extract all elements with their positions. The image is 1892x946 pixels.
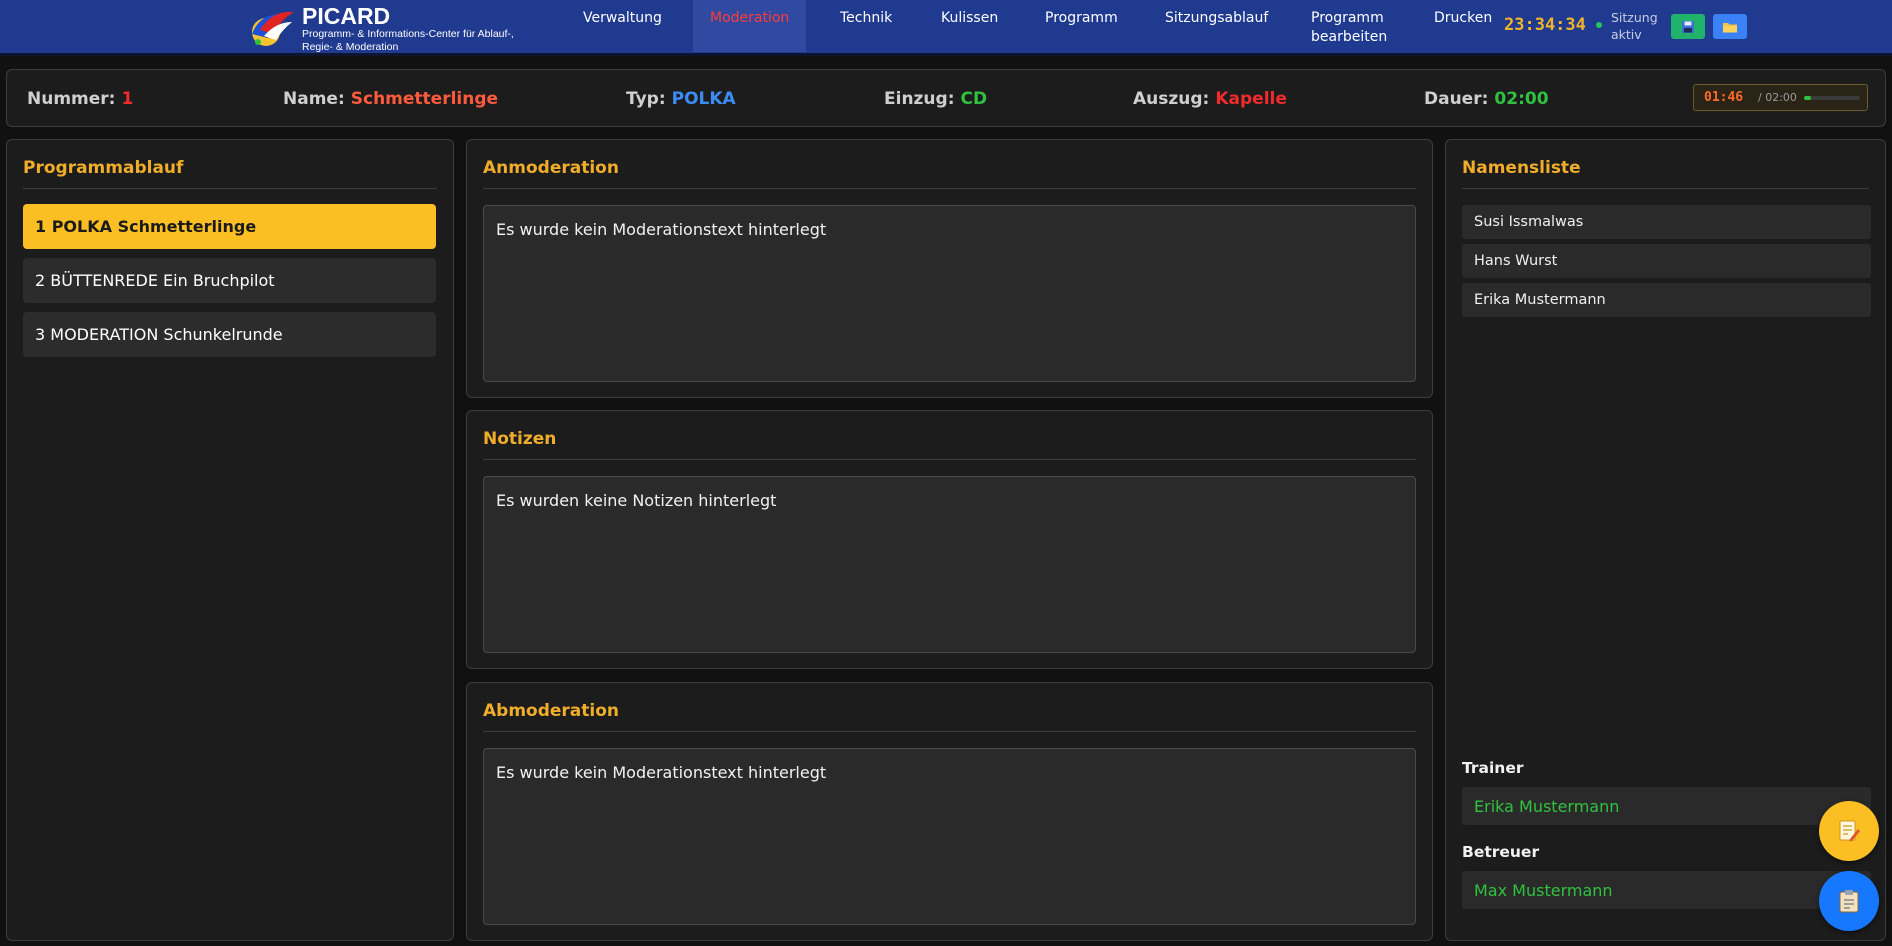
abmoderation-text[interactable]: Es wurde kein Moderationstext hinterlegt <box>483 748 1416 925</box>
nav-sitzungsablauf[interactable]: Sitzungsablauf <box>1165 0 1268 52</box>
divider <box>483 188 1416 189</box>
edit-note-icon <box>1839 820 1860 842</box>
anmoderation-text[interactable]: Es wurde kein Moderationstext hinterlegt <box>483 205 1416 382</box>
name-list-item[interactable]: Erika Mustermann <box>1462 283 1871 317</box>
divider <box>483 731 1416 732</box>
brand[interactable]: PICARD Programm- & Informations-Center f… <box>246 4 542 54</box>
info-typ-value: POLKA <box>671 89 736 109</box>
top-navigation-bar: PICARD Programm- & Informations-Center f… <box>0 0 1892 56</box>
floppy-disk-icon <box>1682 20 1694 33</box>
info-nummer-value: 1 <box>121 89 134 109</box>
programmablauf-panel: Programmablauf 1 POLKA Schmetterlinge 2 … <box>6 139 454 941</box>
nav-programm-bearbeiten[interactable]: Programm bearbeiten <box>1311 0 1391 52</box>
info-auszug-label: Auszug: <box>1133 89 1210 109</box>
info-nummer-label: Nummer: <box>27 89 116 109</box>
session-status-dot <box>1596 22 1602 28</box>
info-dauer-value: 02:00 <box>1494 89 1549 109</box>
abmoderation-panel: Abmoderation Es wurde kein Moderationste… <box>466 682 1433 941</box>
notizen-text[interactable]: Es wurden keine Notizen hinterlegt <box>483 476 1416 653</box>
countdown-timer: 01:46 / 02:00 <box>1693 84 1868 111</box>
clipboard-button[interactable] <box>1819 871 1879 931</box>
save-button[interactable] <box>1671 14 1705 39</box>
timer-progress-track <box>1804 96 1860 100</box>
divider <box>1462 188 1869 189</box>
nav-drucken[interactable]: Drucken <box>1434 0 1492 52</box>
name-list-item[interactable]: Susi Issmalwas <box>1462 205 1871 239</box>
nav-kulissen[interactable]: Kulissen <box>941 0 998 52</box>
nav-technik[interactable]: Technik <box>840 0 892 52</box>
edit-notes-button[interactable] <box>1819 801 1879 861</box>
timer-total: / 02:00 <box>1758 91 1797 104</box>
picard-logo-icon <box>252 11 294 46</box>
info-auszug-value: Kapelle <box>1215 89 1287 109</box>
clipboard-icon <box>1839 890 1859 913</box>
program-item-3[interactable]: 3 MODERATION Schunkelrunde <box>23 312 436 357</box>
open-button[interactable] <box>1713 14 1747 39</box>
info-dauer: Dauer: 02:00 <box>1424 89 1549 109</box>
info-dauer-label: Dauer: <box>1424 89 1489 109</box>
anmoderation-panel: Anmoderation Es wurde kein Moderationste… <box>466 139 1433 398</box>
info-name-label: Name: <box>283 89 345 109</box>
nav-verwaltung[interactable]: Verwaltung <box>583 0 662 52</box>
betreuer-value: Max Mustermann <box>1462 871 1871 909</box>
session-status: Sitzung aktiv <box>1611 10 1658 42</box>
brand-title: PICARD <box>302 3 391 29</box>
abmoderation-title: Abmoderation <box>483 701 620 721</box>
info-einzug-value: CD <box>960 89 988 109</box>
info-auszug: Auszug: Kapelle <box>1133 89 1287 109</box>
nav-programm[interactable]: Programm <box>1045 0 1118 52</box>
nav-moderation[interactable]: Moderation <box>693 0 807 52</box>
timer-elapsed: 01:46 <box>1704 90 1744 105</box>
folder-icon <box>1723 22 1737 32</box>
programmablauf-title: Programmablauf <box>23 158 184 178</box>
notizen-panel: Notizen Es wurden keine Notizen hinterle… <box>466 410 1433 669</box>
info-typ: Typ: POLKA <box>626 89 736 109</box>
betreuer-label: Betreuer <box>1462 843 1540 861</box>
info-einzug-label: Einzug: <box>884 89 955 109</box>
info-einzug: Einzug: CD <box>884 89 987 109</box>
info-nummer: Nummer: 1 <box>27 89 133 109</box>
brand-subtitle: Programm- & Informations-Center für Abla… <box>302 28 514 53</box>
name-list-item[interactable]: Hans Wurst <box>1462 244 1871 278</box>
program-item-1[interactable]: 1 POLKA Schmetterlinge <box>23 204 436 249</box>
timer-progress-fill <box>1804 96 1811 100</box>
trainer-value: Erika Mustermann <box>1462 787 1871 825</box>
info-typ-label: Typ: <box>626 89 666 109</box>
info-name: Name: Schmetterlinge <box>283 89 498 109</box>
divider <box>23 188 437 189</box>
program-item-2[interactable]: 2 BÜTTENREDE Ein Bruchpilot <box>23 258 436 303</box>
anmoderation-title: Anmoderation <box>483 158 619 178</box>
trainer-label: Trainer <box>1462 759 1524 777</box>
info-name-value: Schmetterlinge <box>350 89 499 109</box>
clock: 23:34:34 <box>1504 15 1586 35</box>
namensliste-title: Namensliste <box>1462 158 1581 178</box>
divider <box>483 459 1416 460</box>
notizen-title: Notizen <box>483 429 557 449</box>
current-item-info-bar: Nummer: 1 Name: Schmetterlinge Typ: POLKA E… <box>6 69 1886 127</box>
